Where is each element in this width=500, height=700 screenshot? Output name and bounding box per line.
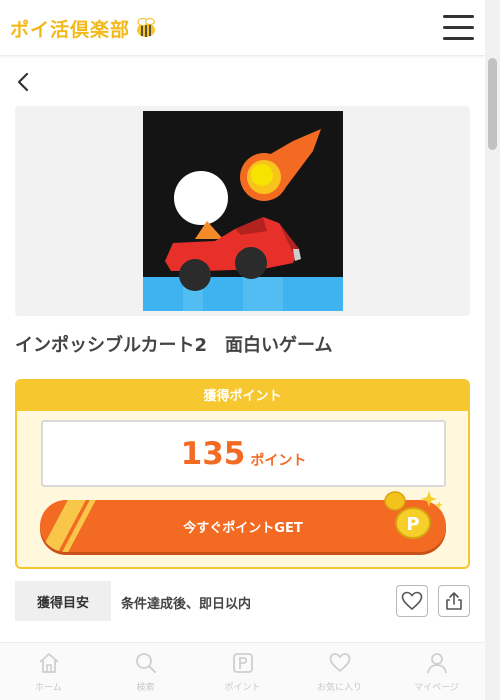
nav-label-points: ポイント [224, 683, 261, 693]
app-title: インポッシブルカート2 面白いゲーム [15, 335, 333, 356]
nav-mypage[interactable]: マイページ [388, 643, 485, 700]
estimate-text: 条件達成後、即日以内 [121, 597, 252, 612]
point-p-icon [232, 653, 253, 673]
heart-icon [329, 653, 350, 673]
points-value: 135 [180, 435, 246, 472]
home-icon [38, 653, 59, 673]
app-hero [15, 106, 470, 316]
bottom-nav: ホーム 検索 ポイント お気に入り マイページ [0, 642, 485, 700]
app-header: ポイ活倶楽部 [0, 0, 485, 56]
page-scrollbar[interactable] [485, 0, 500, 700]
game-car-meteor-icon [143, 111, 343, 311]
share-icon [446, 592, 462, 610]
points-card: 獲得ポイント 135 ポイント 今すぐポイントGET P [15, 379, 470, 569]
user-icon [426, 653, 447, 674]
logo-text: ポイ活倶楽部 [10, 18, 131, 41]
nav-label-search: 検索 [136, 683, 155, 693]
chevron-left-icon [17, 72, 29, 92]
menu-button[interactable] [443, 15, 474, 41]
points-display: 135 ポイント [41, 420, 446, 487]
search-icon [135, 653, 156, 673]
heart-icon [401, 591, 423, 611]
points-card-header: 獲得ポイント [17, 381, 468, 411]
coins-icon: P [384, 491, 443, 539]
nav-search[interactable]: 検索 [97, 643, 194, 700]
nav-label-mypage: マイページ [414, 683, 459, 693]
favorite-button[interactable] [396, 585, 428, 617]
nav-label-home: ホーム [35, 683, 62, 693]
nav-home[interactable]: ホーム [0, 643, 97, 700]
points-unit: ポイント [250, 452, 307, 469]
back-button[interactable] [14, 70, 34, 94]
site-logo[interactable]: ポイ活倶楽部 [10, 14, 158, 42]
estimate-tag: 獲得目安 [15, 581, 111, 621]
nav-label-favorites: お気に入り [316, 683, 362, 693]
hamburger-icon [443, 15, 474, 18]
svg-text:P: P [406, 514, 419, 535]
get-points-label: 今すぐポイントGET [183, 520, 303, 536]
bee-icon [137, 18, 156, 37]
nav-points[interactable]: ポイント [194, 643, 291, 700]
nav-favorites[interactable]: お気に入り [291, 643, 388, 700]
scrollbar-thumb[interactable] [488, 58, 497, 150]
share-button[interactable] [438, 585, 470, 617]
